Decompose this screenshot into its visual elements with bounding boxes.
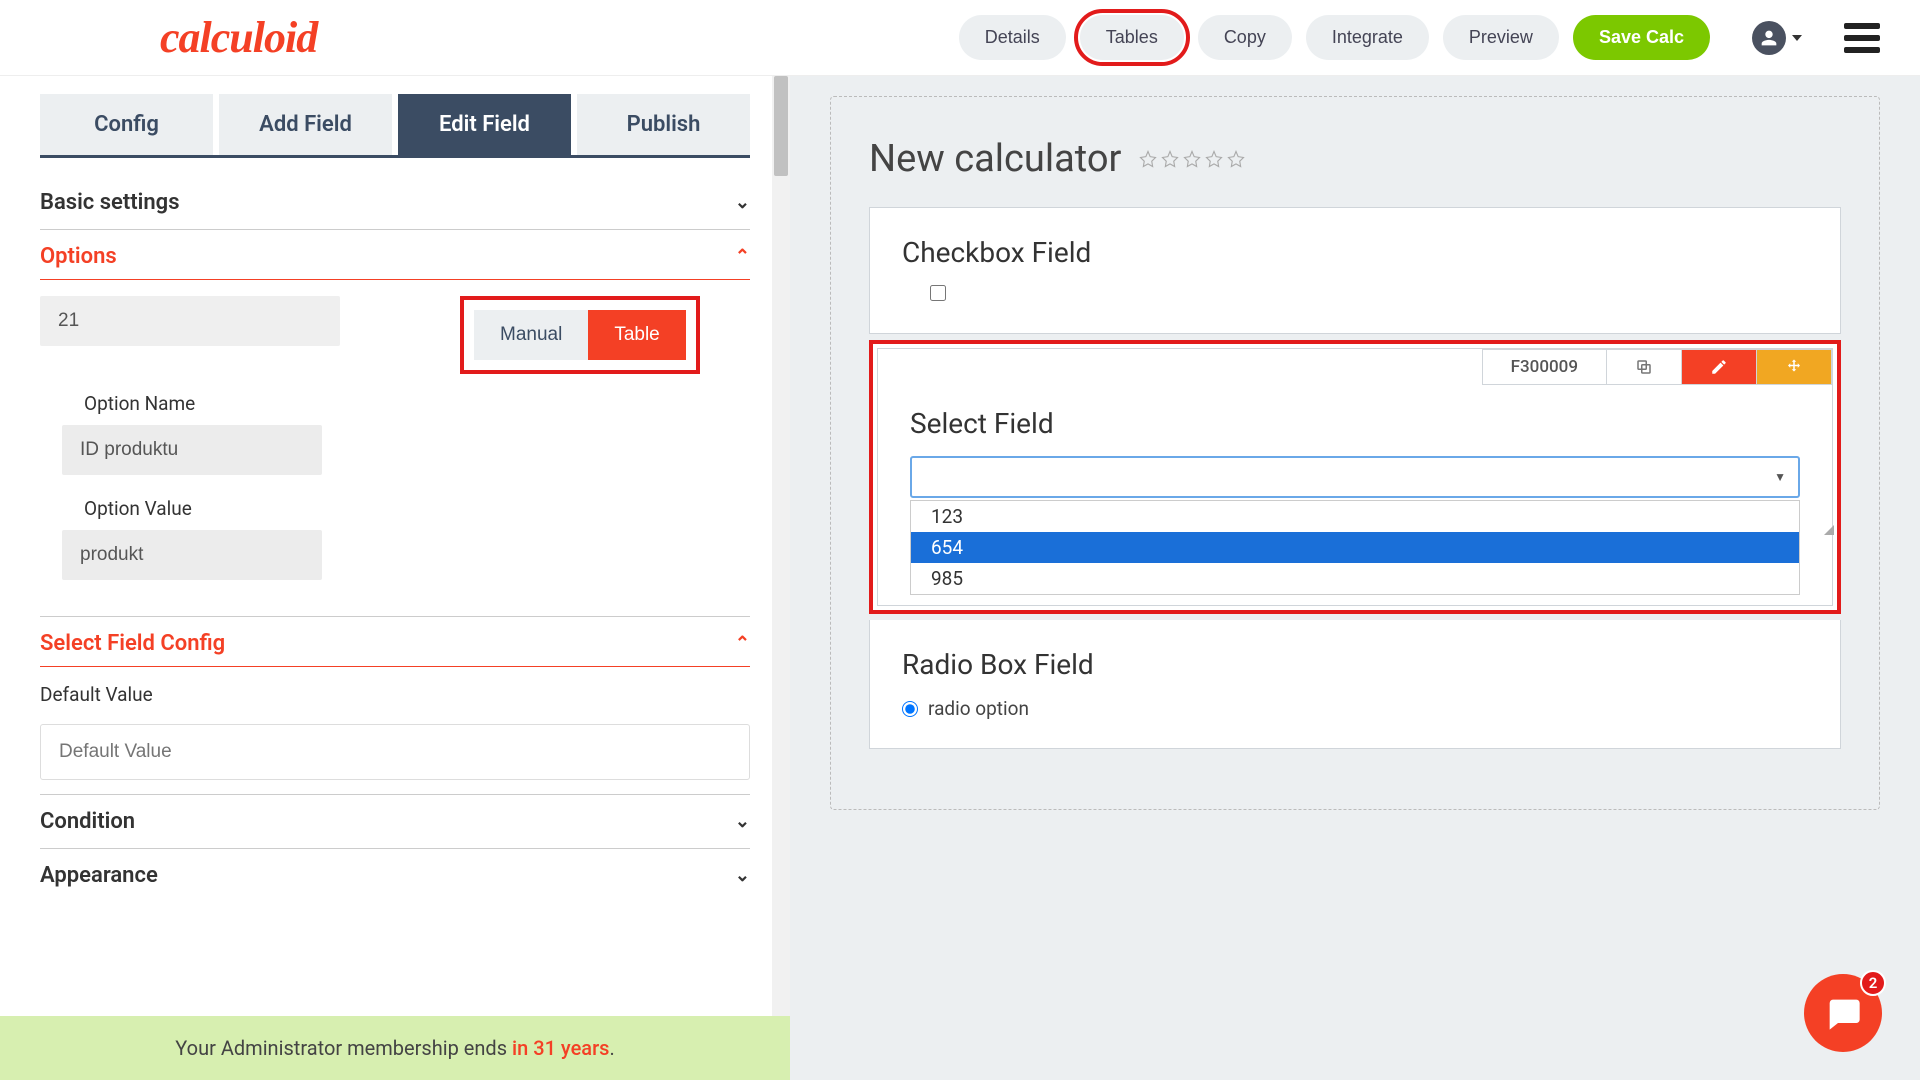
logo[interactable]: calculoid [160, 12, 317, 63]
chevron-down-icon: ⌄ [735, 811, 750, 832]
section-options-header[interactable]: Options ⌃ [40, 244, 750, 269]
nav-integrate[interactable]: Integrate [1306, 15, 1429, 60]
toggle-manual[interactable]: Manual [474, 310, 588, 360]
scrollbar[interactable] [772, 76, 790, 1080]
star-icon [1161, 150, 1179, 168]
dropdown-option[interactable]: 123 [911, 501, 1799, 532]
star-icon [1183, 150, 1201, 168]
main-layout: Config Add Field Edit Field Publish Basi… [0, 76, 1920, 1080]
section-condition-title: Condition [40, 809, 135, 834]
scrollbar-thumb[interactable] [774, 76, 788, 176]
dropdown-option[interactable]: 985 [911, 563, 1799, 594]
radio-field-title: Radio Box Field [902, 648, 1808, 681]
chevron-down-icon: ⌄ [735, 865, 750, 886]
option-value-input[interactable] [62, 530, 322, 580]
field-id-badge: F300009 [1482, 349, 1607, 385]
section-appearance: Appearance ⌄ [40, 849, 750, 902]
footer-text: Your Administrator membership ends [175, 1036, 512, 1060]
section-basic-settings: Basic settings ⌄ [40, 176, 750, 230]
section-select-config-title: Select Field Config [40, 631, 225, 656]
select-field-highlight: F300009 Select Field [869, 340, 1841, 614]
select-dropdown-list: 123 654 985 [910, 500, 1800, 595]
calculator-title: New calculator [869, 137, 1121, 181]
app-header: calculoid Details Tables Copy Integrate … [0, 0, 1920, 76]
select-dropdown[interactable]: ▼ [910, 456, 1800, 498]
dropdown-option[interactable]: 654 [911, 532, 1799, 563]
star-icon [1139, 150, 1157, 168]
select-field-title: Select Field [910, 407, 1800, 440]
sidebar-tabs: Config Add Field Edit Field Publish [40, 94, 750, 158]
caret-down-icon: ▼ [1774, 470, 1786, 484]
section-select-config-header[interactable]: Select Field Config ⌃ [40, 631, 750, 656]
tab-config[interactable]: Config [40, 94, 213, 155]
field-toolbar: F300009 [878, 349, 1832, 385]
rating-stars[interactable] [1139, 150, 1245, 168]
section-select-config: Select Field Config ⌃ Default Value [40, 617, 750, 795]
field-move-button[interactable] [1756, 349, 1832, 385]
section-condition-header[interactable]: Condition ⌄ [40, 809, 750, 834]
options-number-input[interactable] [40, 296, 340, 346]
radio-field-card[interactable]: Radio Box Field radio option [869, 620, 1841, 749]
resize-handle-icon[interactable] [1820, 521, 1834, 535]
field-copy-button[interactable] [1606, 349, 1682, 385]
section-basic-title: Basic settings [40, 190, 180, 215]
section-select-config-body: Default Value [40, 666, 750, 780]
field-edit-button[interactable] [1681, 349, 1757, 385]
chevron-down-icon: ⌄ [735, 192, 750, 213]
nav-details[interactable]: Details [959, 15, 1066, 60]
avatar-icon [1752, 21, 1786, 55]
tab-publish[interactable]: Publish [577, 94, 750, 155]
hamburger-menu[interactable] [1844, 23, 1880, 53]
section-basic-header[interactable]: Basic settings ⌄ [40, 190, 750, 215]
select-field-card[interactable]: F300009 Select Field [877, 348, 1833, 606]
section-appearance-header[interactable]: Appearance ⌄ [40, 863, 750, 888]
chat-launcher[interactable]: 2 [1804, 974, 1882, 1052]
option-name-input[interactable] [62, 425, 322, 475]
option-name-label: Option Name [84, 392, 750, 415]
calculator-container: New calculator Checkbox Field [830, 96, 1880, 810]
default-value-input[interactable] [40, 724, 750, 780]
header-nav: Details Tables Copy Integrate Preview Sa… [959, 15, 1880, 60]
chevron-up-icon: ⌃ [735, 246, 750, 267]
left-sidebar: Config Add Field Edit Field Publish Basi… [0, 76, 790, 1080]
membership-footer: Your Administrator membership ends in 31… [0, 1016, 790, 1080]
star-icon [1227, 150, 1245, 168]
nav-copy[interactable]: Copy [1198, 15, 1292, 60]
checkbox-field-card[interactable]: Checkbox Field [869, 207, 1841, 334]
checkbox-field-title: Checkbox Field [902, 236, 1808, 269]
section-condition: Condition ⌄ [40, 795, 750, 849]
star-icon [1205, 150, 1223, 168]
tab-add-field[interactable]: Add Field [219, 94, 392, 155]
user-menu[interactable] [1752, 21, 1802, 55]
options-source-toggle: Manual Table [460, 296, 700, 374]
nav-tables[interactable]: Tables [1080, 15, 1184, 60]
checkbox-input[interactable] [930, 285, 946, 301]
footer-emphasis: in 31 years [512, 1036, 609, 1060]
caret-down-icon [1792, 35, 1802, 41]
section-appearance-title: Appearance [40, 863, 158, 888]
nav-preview[interactable]: Preview [1443, 15, 1559, 60]
nav-save-calc[interactable]: Save Calc [1573, 15, 1710, 60]
section-options-body: Manual Table Option Name Option Value [40, 279, 750, 580]
tab-edit-field[interactable]: Edit Field [398, 94, 571, 155]
section-options: Options ⌃ Manual Table Option Name Optio… [40, 230, 750, 617]
chat-badge: 2 [1860, 970, 1886, 996]
section-options-title: Options [40, 244, 117, 269]
right-canvas: New calculator Checkbox Field [790, 76, 1920, 1080]
radio-option-label: radio option [928, 697, 1029, 720]
default-value-label: Default Value [40, 683, 750, 706]
footer-dot: . [609, 1036, 614, 1060]
option-value-label: Option Value [84, 497, 750, 520]
toggle-table[interactable]: Table [588, 310, 685, 360]
radio-input[interactable] [902, 701, 918, 717]
chevron-up-icon: ⌃ [735, 633, 750, 654]
